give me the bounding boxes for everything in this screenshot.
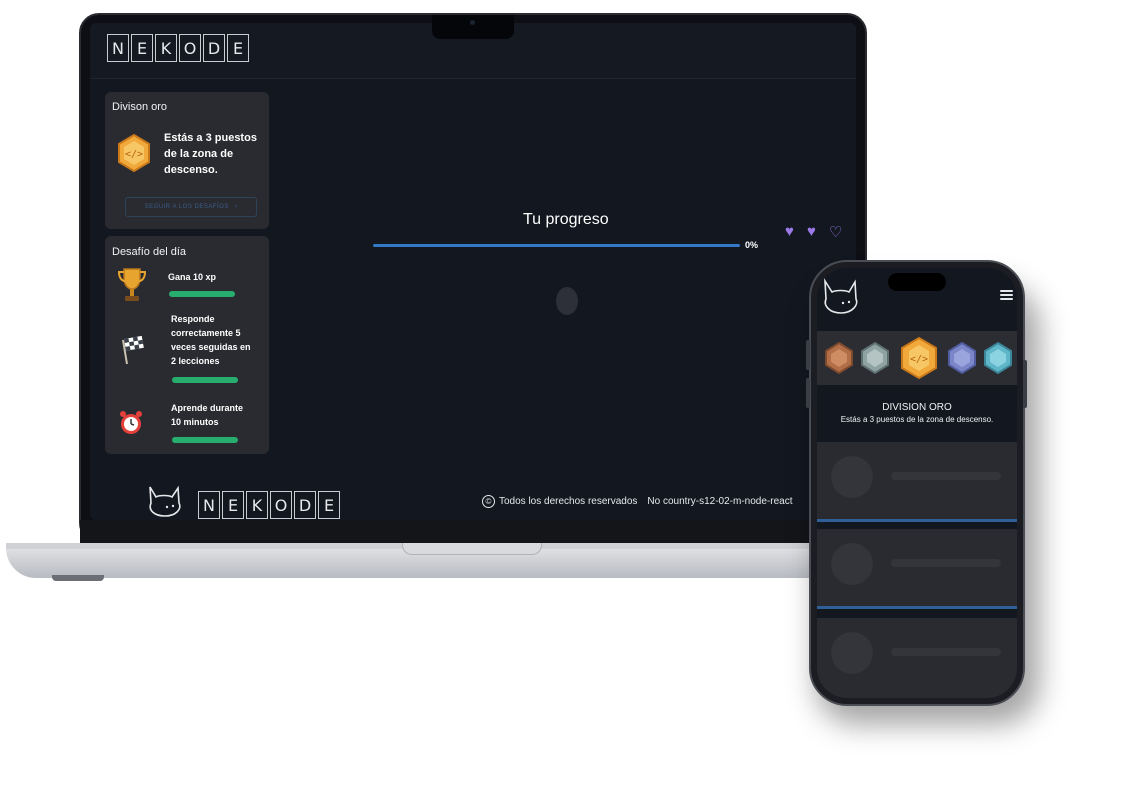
laptop-hinge [80, 520, 868, 544]
checkered-flag-icon [122, 335, 144, 365]
skeleton-avatar [831, 456, 873, 498]
challenge-progress-bar [172, 437, 238, 443]
logo-letter: E [318, 491, 340, 519]
cat-logo-icon [149, 485, 181, 517]
platinum-medal-icon [948, 341, 976, 375]
logo-letter: D [203, 34, 225, 62]
footer-rights: Todos los derechos reservados [499, 496, 638, 507]
division-message: Estás a 3 puestos de la zona de descenso… [164, 132, 257, 176]
gold-medal-icon: </> [118, 134, 150, 172]
skeleton-line [891, 559, 1001, 567]
laptop-foot [52, 575, 104, 581]
svg-text:</>: </> [910, 354, 928, 365]
challenges-link-button[interactable]: SEGUIR A LOS DESAFÍOS › [125, 197, 257, 217]
bronze-medal-icon [825, 341, 853, 375]
footer-project: No country-s12-02-m-node-react [647, 496, 793, 507]
logo-letter: O [270, 491, 292, 519]
progress-title: Tu progreso [523, 211, 609, 228]
logo-letter: E [222, 491, 244, 519]
heart-full-icon: ♥ [807, 223, 816, 240]
logo-letter: N [198, 491, 220, 519]
phone-power-button [1023, 360, 1027, 408]
phone-skeleton-card [817, 618, 1017, 698]
division-card-title: Divison oro [112, 101, 168, 113]
logo-letter: E [227, 34, 249, 62]
laptop-screen: N E K O D E Divison oro </> Estás a 3 pu… [90, 23, 856, 520]
logo-letter: O [179, 34, 201, 62]
progress-percent: 0% [745, 240, 759, 250]
challenges-link-label: SEGUIR A LOS DESAFÍOS [144, 204, 229, 210]
division-card: Divison oro </> Estás a 3 puestos de la … [105, 92, 269, 229]
hamburger-menu-icon[interactable] [1000, 290, 1013, 302]
diamond-medal-icon [984, 341, 1012, 375]
trophy-icon [117, 268, 147, 301]
phone-volume-button [806, 378, 810, 408]
silver-medal-icon [861, 341, 889, 375]
logo-letter: E [131, 34, 153, 62]
challenge-label: Gana 10 xp [168, 272, 217, 282]
phone-division-title: DIVISION ORO [882, 402, 952, 413]
skeleton-line [891, 648, 1001, 656]
daily-challenge-card: Desafío del día Gana 10 xp Responde corr… [105, 236, 269, 454]
svg-text:</>: </> [125, 149, 143, 160]
gold-medal-icon: </> [901, 336, 937, 380]
logo-letter: K [155, 34, 177, 62]
phone-dynamic-island [888, 273, 946, 291]
chevron-right-icon: › [234, 204, 238, 210]
progress-bar [373, 244, 740, 247]
logo-letter: D [294, 491, 316, 519]
phone-skeleton-card [817, 529, 1017, 609]
footer-copyright: © Todos los derechos reservados No count… [482, 495, 792, 508]
logo-letter: K [246, 491, 268, 519]
phone-skeleton-card [817, 442, 1017, 522]
loading-spinner [556, 287, 578, 315]
laptop-trackpad-groove [402, 543, 542, 555]
skeleton-avatar [831, 543, 873, 585]
heart-empty-icon: ♡ [829, 224, 843, 241]
phone-division-subtitle: Estás a 3 puestos de la zona de descenso… [840, 415, 994, 424]
nekode-logo[interactable]: N E K O D E [107, 34, 249, 62]
challenge-progress-bar [172, 377, 238, 383]
challenge-progress-bar [169, 291, 235, 297]
skeleton-line [891, 472, 1001, 480]
challenge-label: Responde correctamente 5 veces seguidas … [171, 314, 251, 366]
copyright-icon: © [482, 495, 495, 508]
alarm-clock-icon [120, 411, 142, 434]
challenge-label: Aprende durante 10 minutos [171, 403, 244, 427]
cat-logo-icon[interactable] [820, 277, 864, 317]
logo-letter: N [107, 34, 129, 62]
phone-volume-button [806, 340, 810, 370]
camera-icon [470, 20, 475, 25]
daily-challenge-title: Desafío del día [112, 246, 186, 258]
footer-nekode-logo[interactable]: N E K O D E [198, 491, 340, 519]
skeleton-avatar [831, 632, 873, 674]
laptop-notch [432, 15, 514, 39]
heart-full-icon: ♥ [785, 223, 794, 240]
